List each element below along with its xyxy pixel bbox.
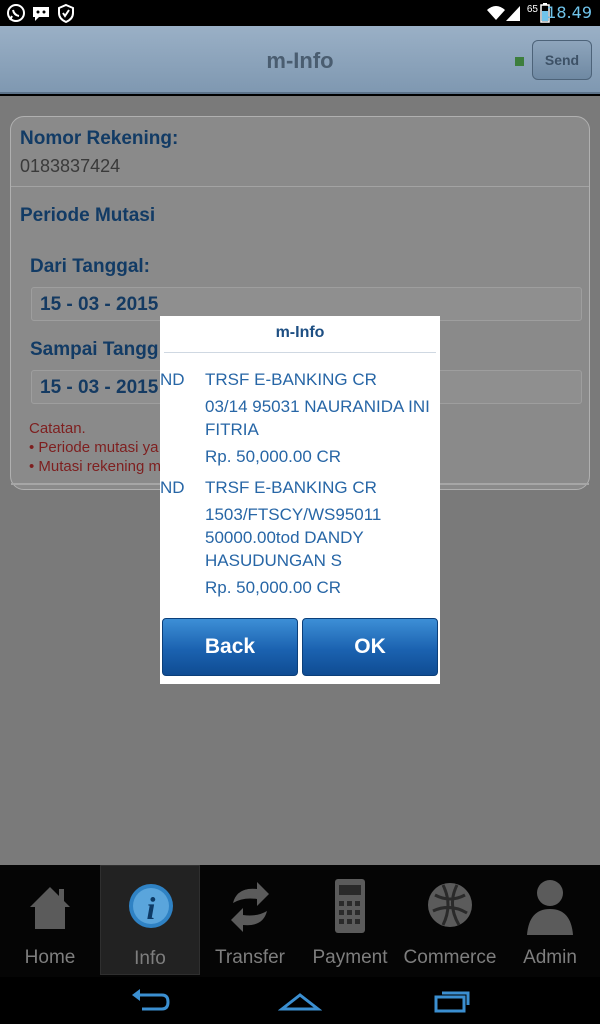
- tab-transfer[interactable]: Transfer: [200, 865, 300, 975]
- tab-label: Payment: [312, 947, 388, 968]
- entry-description: FITRIA: [205, 420, 259, 439]
- tab-label: Info: [134, 948, 166, 969]
- entry-code: ND: [160, 478, 185, 497]
- entry-code: ND: [160, 370, 185, 389]
- system-nav-bar: [0, 977, 600, 1024]
- transfer-icon: [231, 882, 269, 932]
- dialog-title: m-Info: [275, 324, 325, 341]
- from-date-label: Dari Tanggal:: [30, 256, 150, 277]
- note-title: Catatan.: [29, 420, 86, 437]
- period-label: Periode Mutasi: [20, 205, 156, 226]
- info-icon: i: [129, 884, 173, 928]
- bottom-tab-bar: Home i Info Transfer Payment Commerce Ad…: [0, 865, 600, 977]
- clipped-row: . . . .: [160, 353, 176, 359]
- account-value: 0183837424: [20, 156, 121, 176]
- whatsapp-icon: [7, 4, 25, 22]
- tab-label: Home: [24, 947, 76, 968]
- wifi-icon: [487, 6, 505, 20]
- recents-icon[interactable]: [430, 985, 474, 1017]
- signal-icon: [506, 6, 520, 21]
- shield-icon: [58, 3, 74, 23]
- battery-level: 65: [526, 4, 538, 15]
- calculator-icon: [335, 879, 365, 933]
- chat-bubble-icon: [33, 7, 49, 21]
- page-title: m-Info: [266, 48, 334, 73]
- tab-label: Transfer: [214, 947, 286, 968]
- tab-label: Commerce: [403, 947, 497, 968]
- ok-button[interactable]: OK: [302, 618, 438, 676]
- user-icon: [527, 880, 573, 935]
- tab-commerce[interactable]: Commerce: [400, 865, 500, 975]
- home-icon: [30, 887, 70, 929]
- globe-icon: [428, 883, 472, 927]
- account-label: Nomor Rekening:: [20, 128, 179, 149]
- back-button[interactable]: Back: [162, 618, 298, 676]
- tab-home[interactable]: Home: [0, 865, 100, 975]
- svg-text:i: i: [147, 890, 156, 926]
- entry-type: TRSF E-BANKING CR: [205, 478, 377, 497]
- back-icon[interactable]: [128, 985, 172, 1017]
- tab-info[interactable]: i Info: [100, 865, 200, 975]
- status-indicator: [515, 57, 524, 66]
- home-outline-icon[interactable]: [278, 985, 322, 1017]
- status-bar: 65 18.49: [0, 0, 600, 26]
- mutation-dialog: m-Info . . . . ND TRSF E-BANKING CR 03/1…: [160, 316, 440, 684]
- entry-amount: Rp. 50,000.00 CR: [205, 447, 342, 466]
- note-line-1: • Periode mutasi ya: [29, 439, 159, 456]
- entry-amount: Rp. 50,000.00 CR: [205, 578, 342, 597]
- entry-type: TRSF E-BANKING CR: [205, 370, 377, 389]
- entry-description: 1503/FTSCY/WS95011: [205, 505, 382, 524]
- note-line-2: • Mutasi rekening m: [29, 458, 161, 475]
- entry-description: HASUDUNGAN S: [205, 551, 342, 570]
- to-date-label: Sampai Tangg: [30, 339, 159, 360]
- dialog-scroll-list[interactable]: . . . . ND TRSF E-BANKING CR 03/14 95031…: [160, 353, 440, 613]
- entry-description: 50000.00tod DANDY: [205, 528, 364, 547]
- tab-label: Admin: [523, 947, 577, 968]
- clock: 18.49: [546, 3, 592, 22]
- tab-admin[interactable]: Admin: [500, 865, 600, 975]
- app-header: m-Info Send: [0, 26, 600, 94]
- entry-description: 03/14 95031 NAURANIDA INI: [205, 397, 430, 416]
- tab-payment[interactable]: Payment: [300, 865, 400, 975]
- send-button[interactable]: Send: [532, 40, 592, 80]
- divider: [11, 186, 589, 187]
